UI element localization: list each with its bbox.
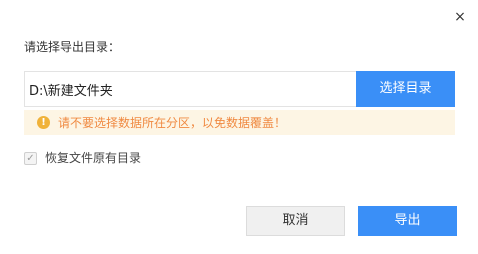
choose-dir-button[interactable]: 选择目录: [356, 71, 455, 107]
export-dialog: × 请选择导出目录： 选择目录 ! 请不要选择数据所在分区，以免数据覆盖！ ✓ …: [0, 0, 478, 254]
export-button[interactable]: 导出: [358, 206, 457, 236]
path-input[interactable]: [24, 71, 356, 107]
restore-dir-checkbox-row[interactable]: ✓ 恢复文件原有目录: [24, 150, 141, 166]
warning-icon: !: [37, 116, 50, 129]
warning-bar: ! 请不要选择数据所在分区，以免数据覆盖！: [24, 110, 455, 135]
close-icon[interactable]: ×: [451, 8, 469, 26]
export-dir-prompt: 请选择导出目录：: [24, 40, 121, 54]
restore-dir-checkbox[interactable]: ✓: [24, 151, 37, 165]
warning-text: 请不要选择数据所在分区，以免数据覆盖！: [58, 115, 287, 130]
restore-dir-label: 恢复文件原有目录: [45, 151, 142, 165]
cancel-button[interactable]: 取消: [246, 206, 345, 236]
path-row: 选择目录: [24, 71, 455, 107]
